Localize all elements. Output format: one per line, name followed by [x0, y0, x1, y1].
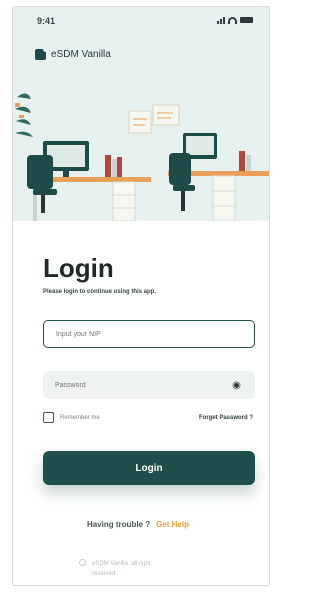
- app-name: eSDM Vanilla: [51, 49, 111, 60]
- header-hero: 9:41 eSDM Vanilla: [13, 7, 269, 221]
- copyright-line-1: eSDM Vanilla. all right: [92, 561, 151, 567]
- office-illustration: [15, 93, 269, 221]
- login-screen: 9:41 eSDM Vanilla Login Please login to …: [12, 6, 270, 586]
- password-input[interactable]: [43, 371, 255, 399]
- page-subtitle: Please login to continue using this app.: [43, 289, 157, 295]
- remember-checkbox[interactable]: [43, 412, 54, 423]
- help-text: Having trouble ?: [87, 520, 151, 529]
- nip-input[interactable]: [43, 320, 255, 348]
- forget-password-link[interactable]: Forget Password ?: [199, 415, 253, 421]
- signal-icon: [217, 16, 225, 24]
- remember-label: Remember me: [60, 414, 100, 421]
- eye-icon[interactable]: ◉: [231, 380, 242, 391]
- status-icons: [217, 16, 253, 24]
- plant-illustration: [15, 93, 33, 137]
- status-time: 9:41: [37, 16, 56, 26]
- remember-me-toggle[interactable]: Remember me: [43, 412, 100, 423]
- copyright-footer: eSDM Vanilla. all right reserved.: [79, 559, 199, 579]
- login-button[interactable]: Login: [43, 451, 255, 485]
- copyright-line-2: reserved.: [92, 571, 118, 577]
- app-brand: eSDM Vanilla: [35, 46, 111, 60]
- status-bar: 9:41: [13, 7, 269, 29]
- copyright-icon: [79, 559, 86, 566]
- page-title: Login: [43, 253, 114, 283]
- get-help-link[interactable]: Get Help: [156, 520, 189, 529]
- app-logo-icon: [35, 46, 49, 60]
- help-row: Having trouble ? Get Help: [87, 520, 189, 529]
- battery-icon: [240, 17, 253, 23]
- wifi-icon: [228, 16, 237, 24]
